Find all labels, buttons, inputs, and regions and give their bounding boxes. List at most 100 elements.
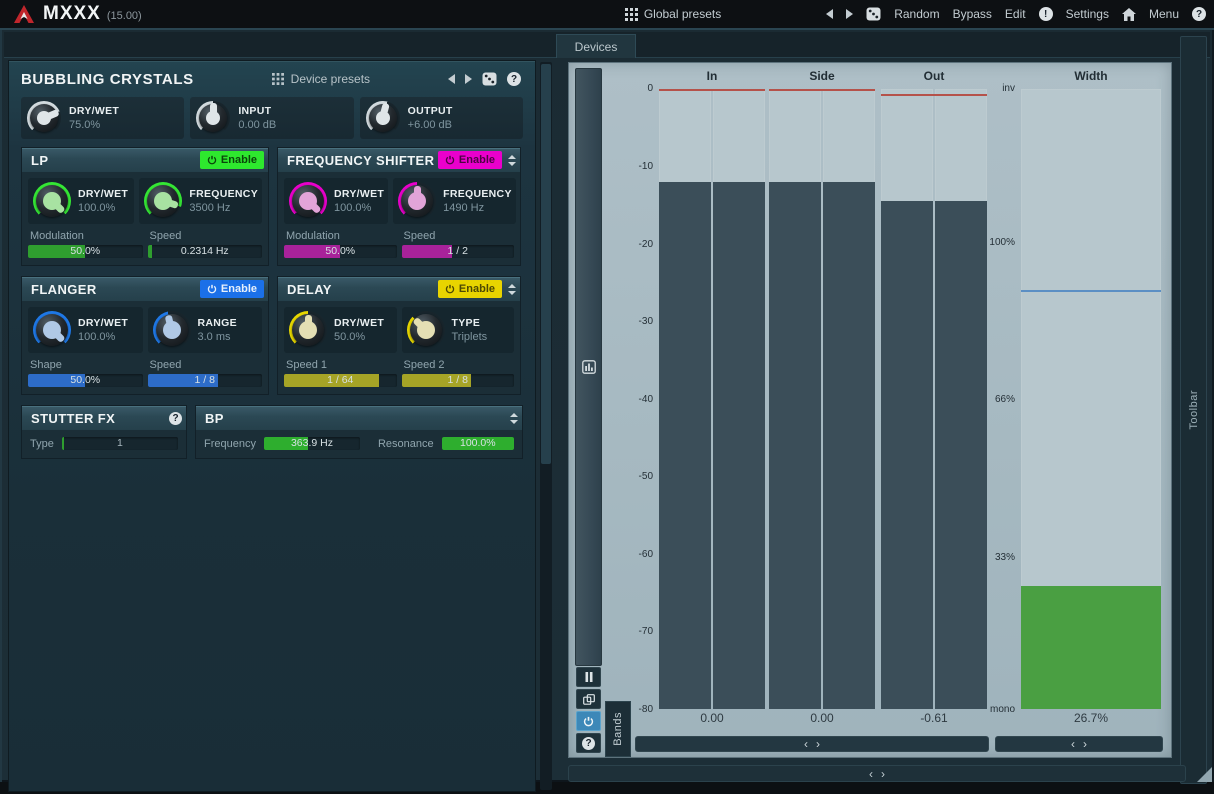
peak-marker [659, 89, 765, 91]
settings-button[interactable]: Settings [1066, 7, 1109, 21]
bottom-scrollbar[interactable]: ‹ › [568, 765, 1186, 782]
pause-icon [585, 672, 593, 682]
range-knob[interactable] [153, 311, 191, 349]
master-knob-row: DRY/WET 75.0% INPUT 0.00 dB OUTPUT +6.00… [21, 97, 523, 139]
slider-value: 0.2314 Hz [148, 245, 263, 258]
device-panel-scrollbar[interactable] [540, 62, 552, 790]
slider-value: 1 / 2 [402, 245, 515, 258]
knob-value: 3.0 ms [198, 331, 237, 343]
next-device-preset-button[interactable] [465, 74, 472, 84]
home-icon[interactable] [1122, 8, 1136, 21]
help-icon[interactable]: ? [507, 72, 521, 86]
detach-window-button[interactable] [576, 689, 601, 709]
enable-button[interactable]: Enable [438, 151, 502, 169]
speed-slider[interactable]: 1 / 2 [402, 245, 515, 258]
drywet-knob[interactable] [289, 182, 327, 220]
meter-header-side: Side [769, 69, 875, 83]
help-icon[interactable]: ? [1192, 7, 1206, 21]
help-icon: ? [582, 737, 595, 750]
drywet-master-knob-cell: DRY/WET 75.0% [21, 97, 184, 139]
speed-slider[interactable]: 0.2314 Hz [148, 245, 263, 258]
toolbar-tab-label: Toolbar [1188, 390, 1200, 430]
drywet-knob[interactable] [33, 311, 71, 349]
toolbar-collapsed-tab[interactable]: Toolbar [1180, 36, 1207, 784]
tab-devices[interactable]: Devices [556, 34, 636, 58]
alert-icon[interactable]: ! [1039, 7, 1053, 21]
menu-button[interactable]: Menu [1149, 7, 1179, 21]
melda-logo-icon [13, 4, 35, 24]
help-icon[interactable]: ? [169, 412, 182, 425]
module-selector-spinner[interactable] [507, 155, 516, 166]
enable-button[interactable]: Enable [200, 151, 264, 169]
module-lp: LP Enable DRY/WET 100.0% [21, 147, 269, 266]
next-preset-button[interactable] [846, 9, 853, 19]
drywet-master-knob[interactable] [27, 101, 61, 135]
scroll-right-icon[interactable]: › [816, 738, 820, 750]
meter-group-in [659, 89, 765, 709]
scroll-left-icon[interactable]: ‹ [1071, 738, 1075, 750]
input-gain-knob[interactable] [196, 101, 230, 135]
frequency-knob[interactable] [144, 182, 182, 220]
width-scrollbar[interactable]: ‹ › [995, 736, 1163, 752]
enable-label: Enable [459, 283, 495, 295]
meters-scrollbar[interactable]: ‹ › [635, 736, 989, 752]
output-gain-knob[interactable] [366, 101, 400, 135]
edit-button[interactable]: Edit [1005, 7, 1026, 21]
type-label: Type [30, 438, 54, 450]
meter-power-button[interactable] [576, 711, 601, 731]
scroll-left-icon[interactable]: ‹ [804, 738, 808, 750]
modulation-slider-cell: Modulation 50.0% [28, 229, 143, 258]
speed-slider[interactable]: 1 / 8 [148, 374, 263, 387]
slider-label: Shape [30, 359, 143, 371]
frequency-slider[interactable]: 363.9 Hz [264, 437, 360, 450]
shape-slider[interactable]: 50.0% [28, 374, 143, 387]
previous-preset-button[interactable] [826, 9, 833, 19]
meter-help-button[interactable]: ? [576, 733, 601, 753]
speed-slider-cell: Speed 0.2314 Hz [148, 229, 263, 258]
device-preset-title: BUBBLING CRYSTALS [21, 71, 194, 88]
slider-label: Modulation [286, 230, 397, 242]
module-selector-spinner[interactable] [509, 413, 518, 424]
slider-value: 50.0% [28, 374, 143, 387]
module-selector-spinner[interactable] [507, 284, 516, 295]
bypass-button[interactable]: Bypass [953, 7, 992, 21]
drywet-knob[interactable] [33, 182, 71, 220]
db-scale-label: -20 [607, 239, 653, 250]
module-title: BP [205, 411, 224, 426]
speed-slider-cell: Speed 1 / 2 [402, 229, 515, 258]
knob-label: FREQUENCY [443, 188, 512, 200]
modulation-slider[interactable]: 50.0% [28, 245, 143, 258]
slider-label: Speed [150, 359, 263, 371]
speed2-slider[interactable]: 1 / 8 [402, 374, 515, 387]
device-presets-button[interactable]: Device presets [194, 72, 448, 86]
analyzer-icon [582, 360, 596, 374]
type-knob[interactable] [407, 311, 445, 349]
scroll-right-icon[interactable]: › [1083, 738, 1087, 750]
speed1-slider[interactable]: 1 / 64 [284, 374, 397, 387]
device-chain-panel: BUBBLING CRYSTALS Device presets ? [8, 60, 536, 792]
scrollbar-thumb[interactable] [541, 64, 551, 464]
meter-group-width [1021, 89, 1161, 709]
modulation-slider[interactable]: 50.0% [284, 245, 397, 258]
frequency-knob[interactable] [398, 182, 436, 220]
window-resize-handle[interactable] [1197, 767, 1212, 782]
output-master-knob-cell: OUTPUT +6.00 dB [360, 97, 523, 139]
db-scale-label: -50 [607, 471, 653, 482]
resonance-slider[interactable]: 100.0% [442, 437, 514, 450]
drywet-knob[interactable] [289, 311, 327, 349]
scroll-left-icon[interactable]: ‹ [869, 768, 873, 780]
analyzer-collapsed-tab[interactable] [575, 68, 602, 666]
enable-button[interactable]: Enable [200, 280, 264, 298]
randomize-dice-icon[interactable] [866, 7, 881, 21]
previous-device-preset-button[interactable] [448, 74, 455, 84]
scroll-right-icon[interactable]: › [881, 768, 885, 780]
app-title: MXXX [43, 3, 101, 25]
randomize-dice-icon[interactable] [482, 72, 497, 86]
global-presets-button[interactable]: Global presets [625, 7, 721, 21]
speed-slider-cell: Speed 1 / 8 [148, 358, 263, 387]
enable-button[interactable]: Enable [438, 280, 502, 298]
type-slider[interactable]: 1 [62, 437, 178, 450]
random-button[interactable]: Random [894, 7, 939, 21]
grid-icon [625, 8, 638, 21]
pause-button[interactable] [576, 667, 601, 687]
